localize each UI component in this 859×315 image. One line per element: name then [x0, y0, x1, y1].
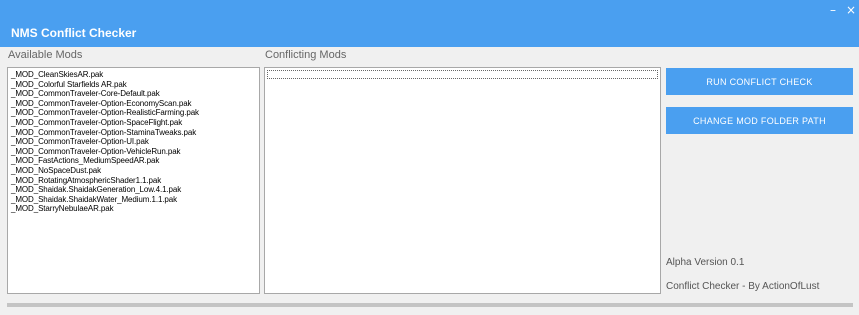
list-item[interactable]: _MOD_CommonTraveler-Option-UI.pak — [11, 137, 259, 147]
credit-text: Conflict Checker - By ActionOfLust — [666, 281, 820, 292]
list-item[interactable]: _MOD_CommonTraveler-Core-Default.pak — [11, 89, 259, 99]
list-item[interactable]: _MOD_CommonTraveler-Option-StaminaTweaks… — [11, 128, 259, 138]
list-item[interactable]: _MOD_StarryNebulaeAR.pak — [11, 204, 259, 214]
change-mod-folder-path-button[interactable]: CHANGE MOD FOLDER PATH — [666, 107, 853, 134]
list-item[interactable]: _MOD_CleanSkiesAR.pak — [11, 70, 259, 80]
minimize-icon[interactable]: – — [825, 2, 841, 18]
list-item[interactable]: _MOD_Shaidak.ShaidakGeneration_Low.4.1.p… — [11, 185, 259, 195]
list-item[interactable]: _MOD_CommonTraveler-Option-VehicleRun.pa… — [11, 147, 259, 157]
list-focus-indicator — [267, 70, 658, 79]
available-mods-label: Available Mods — [8, 49, 83, 61]
list-item[interactable]: _MOD_FastActions_MediumSpeedAR.pak — [11, 156, 259, 166]
list-item[interactable]: _MOD_RotatingAtmosphericShader1.1.pak — [11, 176, 259, 186]
available-mods-items: _MOD_CleanSkiesAR.pak _MOD_Colorful Starf… — [8, 68, 259, 214]
list-item[interactable]: _MOD_CommonTraveler-Option-EconomyScan.p… — [11, 99, 259, 109]
list-item[interactable]: _MOD_Shaidak.ShaidakWater_Medium.1.1.pak — [11, 195, 259, 205]
version-text: Alpha Version 0.1 — [666, 257, 745, 268]
list-item[interactable]: _MOD_CommonTraveler-Option-RealisticFarm… — [11, 108, 259, 118]
conflicting-mods-label: Conflicting Mods — [265, 49, 347, 61]
conflicting-mods-list[interactable] — [264, 67, 661, 294]
app-header: NMS Conflict Checker — [0, 20, 859, 47]
status-bar — [7, 303, 853, 307]
app-title: NMS Conflict Checker — [11, 26, 137, 40]
window-title-bar: – × — [0, 0, 859, 20]
available-mods-list[interactable]: _MOD_CleanSkiesAR.pak _MOD_Colorful Starf… — [7, 67, 260, 294]
list-item[interactable]: _MOD_CommonTraveler-Option-SpaceFlight.p… — [11, 118, 259, 128]
list-item[interactable]: _MOD_Colorful Starfields AR.pak — [11, 80, 259, 90]
run-conflict-check-button[interactable]: RUN CONFLICT CHECK — [666, 68, 853, 95]
list-item[interactable]: _MOD_NoSpaceDust.pak — [11, 166, 259, 176]
close-icon[interactable]: × — [843, 2, 859, 18]
